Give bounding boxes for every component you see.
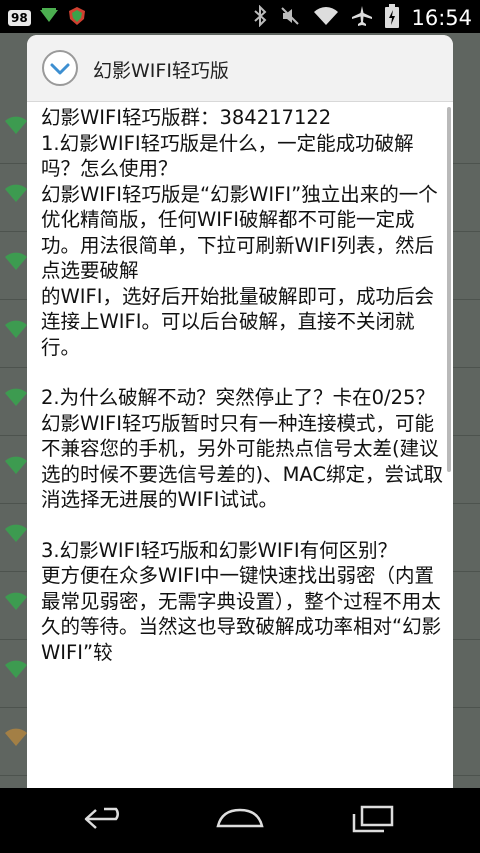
dialog-title: 幻影WIFI轻巧版	[93, 60, 229, 82]
wifi-icon	[4, 319, 28, 343]
wifi-icon	[4, 183, 28, 207]
dialog-body[interactable]: 幻影WIFI轻巧版群：384217122 1.幻影WIFI轻巧版是什么，一定能成…	[41, 105, 445, 795]
status-bar-right: 16:54	[253, 4, 472, 32]
chevron-down-circle-icon[interactable]	[41, 49, 79, 87]
question-2: 2.为什么破解不动？突然停止了？卡在0/25？	[41, 386, 435, 409]
navigation-bar	[0, 788, 480, 853]
wifi-signal-icon	[313, 6, 339, 30]
status-bar-left: 98	[8, 6, 87, 30]
home-icon[interactable]	[214, 804, 266, 838]
airplane-mode-icon	[351, 5, 373, 31]
mute-icon	[279, 5, 301, 31]
notification-count-badge: 98	[8, 10, 31, 26]
app-shield-icon	[67, 6, 87, 30]
wifi-icon	[4, 251, 28, 275]
wifi-icon	[4, 727, 28, 751]
wifi-icon	[4, 591, 28, 615]
back-icon[interactable]	[82, 804, 130, 838]
scrollbar[interactable]	[447, 107, 451, 472]
answer-2: 幻影WIFI轻巧版暂时只有一种连接模式，可能不兼容您的手机，另外可能热点信号太差…	[41, 411, 444, 512]
wifi-icon	[4, 523, 28, 547]
wifi-icon	[4, 387, 28, 411]
answer-3: 更方便在众多WIFI中一键快速找出弱密（内置最常见弱密，无需字典设置），整个过程…	[41, 564, 442, 664]
status-clock: 16:54	[411, 6, 472, 30]
status-bar: 98 16:54	[0, 0, 480, 33]
wifi-icon	[4, 659, 28, 683]
answer-1: 幻影WIFI轻巧版是“幻影WIFI”独立出来的一个优化精简版，任何WIFI破解都…	[41, 182, 438, 359]
help-dialog: 幻影WIFI轻巧版 幻影WIFI轻巧版群：384217122 1.幻影WIFI轻…	[27, 35, 453, 795]
qq-group-text: 幻影WIFI轻巧版群：384217122	[41, 106, 332, 129]
question-1: 1.幻影WIFI轻巧版是什么，一定能成功破解吗？怎么使用？	[41, 131, 414, 181]
download-icon	[39, 8, 59, 28]
recent-apps-icon[interactable]	[350, 804, 396, 838]
battery-charging-icon	[385, 4, 400, 32]
question-3: 3.幻影WIFI轻巧版和幻影WIFI有何区别？	[41, 538, 398, 562]
wifi-icon	[4, 455, 28, 479]
dialog-header: 幻影WIFI轻巧版	[27, 35, 453, 102]
bluetooth-icon	[253, 4, 267, 31]
wifi-icon	[4, 115, 28, 139]
